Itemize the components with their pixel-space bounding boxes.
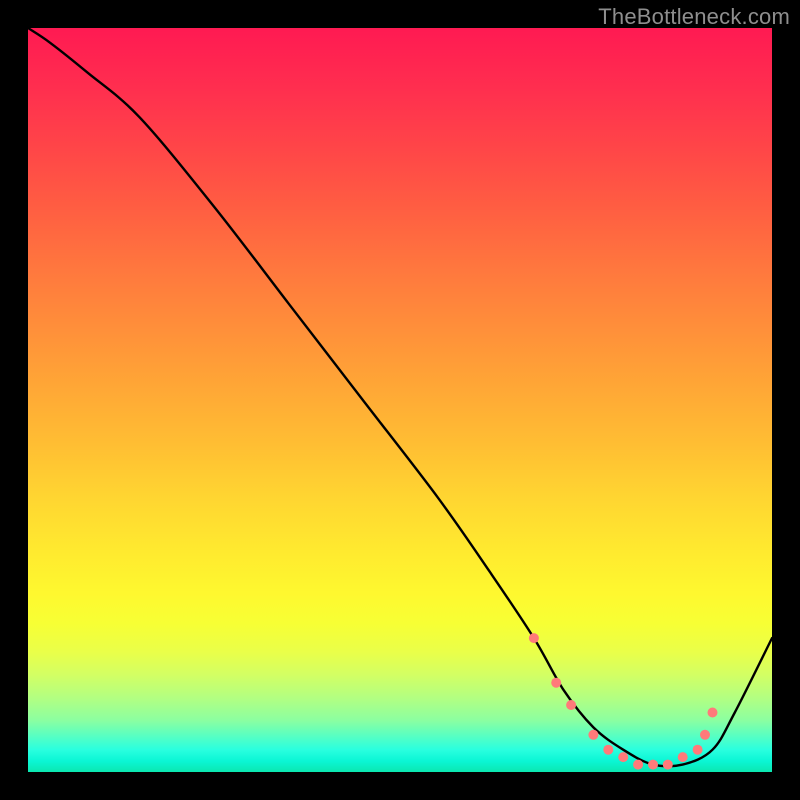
marker-point	[551, 678, 561, 688]
marker-point	[588, 730, 598, 740]
marker-point	[693, 745, 703, 755]
watermark: TheBottleneck.com	[598, 4, 790, 30]
marker-point	[529, 633, 539, 643]
marker-point	[566, 700, 576, 710]
marker-point	[708, 708, 718, 718]
marker-point	[648, 760, 658, 770]
bottleneck-curve	[28, 28, 772, 766]
marker-point	[700, 730, 710, 740]
marker-point	[603, 745, 613, 755]
marker-point	[663, 760, 673, 770]
chart-container: TheBottleneck.com	[0, 0, 800, 800]
marker-point	[618, 752, 628, 762]
marker-point	[633, 760, 643, 770]
chart-svg	[28, 28, 772, 772]
marker-point	[678, 752, 688, 762]
